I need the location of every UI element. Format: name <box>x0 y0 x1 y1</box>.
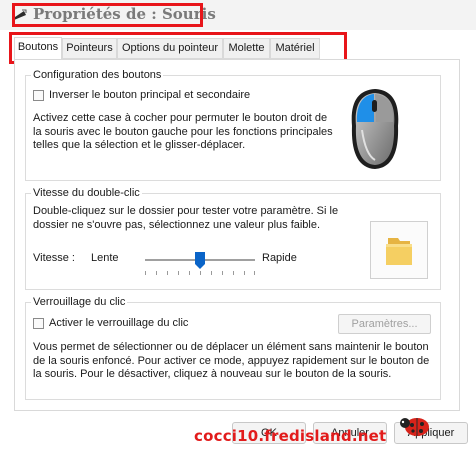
click-lock-settings-button[interactable]: Paramètres... <box>338 314 431 334</box>
button-config-description: Activez cette case à cocher pour permute… <box>33 112 333 151</box>
button-config-title: Configuration des boutons <box>31 69 164 81</box>
click-lock-title: Verrouillage du clic <box>31 296 128 308</box>
window-title: Propriétés de : Souris <box>33 5 216 23</box>
mouse-pointer-icon <box>11 9 27 24</box>
test-folder-box[interactable] <box>370 221 428 279</box>
mouse-illustration-icon <box>336 82 414 177</box>
fast-label: Rapide <box>262 252 297 264</box>
slow-label: Lente <box>91 252 119 264</box>
ladybug-icon <box>398 412 432 441</box>
swap-buttons-checkbox[interactable] <box>33 90 44 101</box>
tab-boutons[interactable]: Boutons <box>14 37 62 60</box>
slider-thumb[interactable] <box>194 251 206 273</box>
click-lock-label: Activer le verrouillage du clic <box>49 317 189 329</box>
title-bar: Propriétés de : Souris <box>0 0 476 30</box>
tab-pointeurs[interactable]: Pointeurs <box>62 38 117 59</box>
click-lock-description: Vous permet de sélectionner ou de déplac… <box>33 341 430 380</box>
double-click-speed-slider[interactable] <box>145 252 255 276</box>
speed-label: Vitesse : <box>33 252 75 264</box>
double-click-title: Vitesse du double-clic <box>31 187 142 199</box>
folder-icon <box>384 235 414 270</box>
swap-buttons-label: Inverser le bouton principal et secondai… <box>49 89 251 101</box>
click-lock-checkbox[interactable] <box>33 318 44 329</box>
watermark-text: cocci10.fredisland.net <box>194 427 387 445</box>
tab-materiel[interactable]: Matériel <box>270 38 320 59</box>
tab-options-pointeur[interactable]: Options du pointeur <box>117 38 223 59</box>
double-click-description: Double-cliquez sur le dossier pour teste… <box>33 205 339 231</box>
tab-molette[interactable]: Molette <box>223 38 270 59</box>
